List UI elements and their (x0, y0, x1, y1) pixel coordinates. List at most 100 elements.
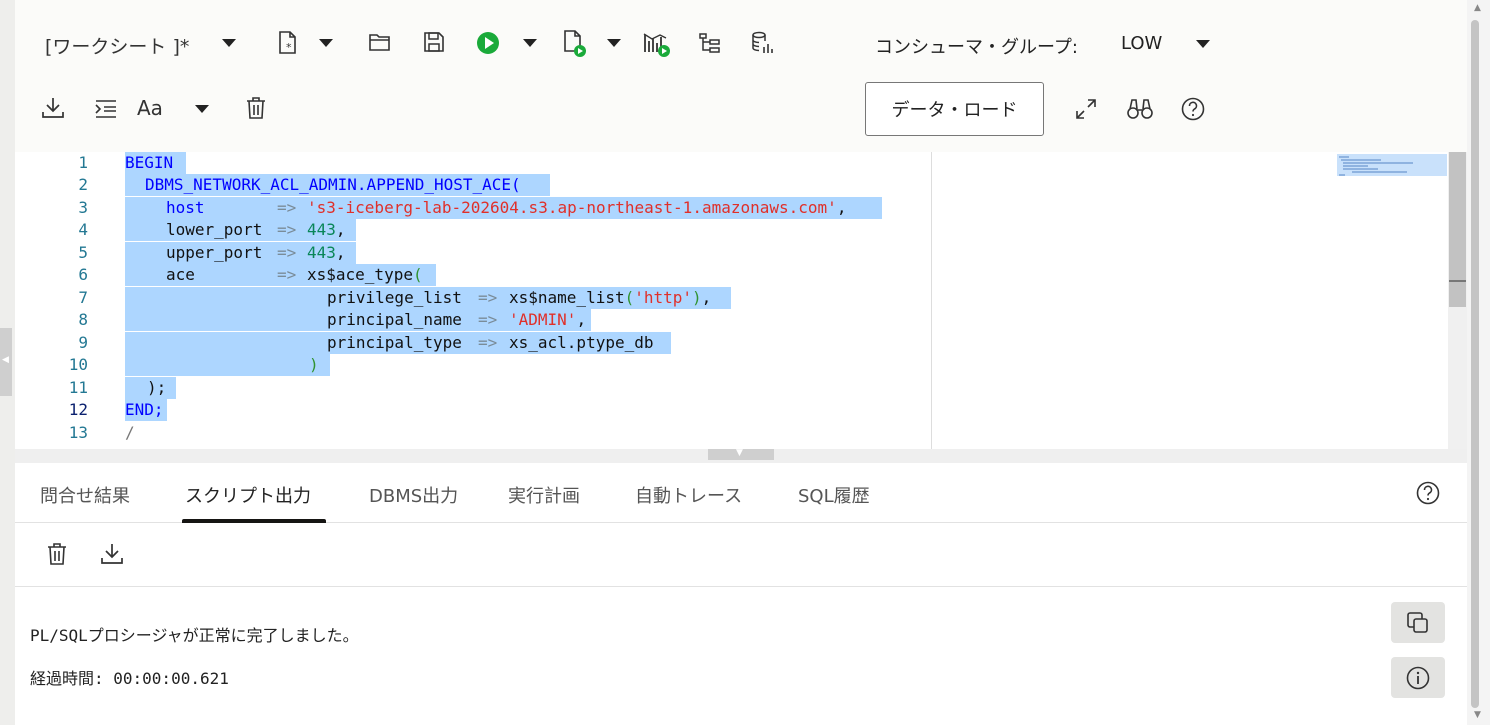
code-line: privilege_list (327, 287, 462, 309)
new-worksheet-dropdown-chevron-icon[interactable] (319, 39, 333, 47)
code-line: ace (166, 264, 195, 286)
sql-editor[interactable]: 1 2 3 4 5 6 7 8 9 10 11 12 13 BEGIN DBMS… (15, 152, 931, 449)
line-number: 1 (78, 153, 88, 172)
line-number: 13 (68, 423, 88, 442)
consumer-group-select[interactable]: LOW (1121, 33, 1162, 54)
run-dropdown-chevron-icon[interactable] (523, 39, 537, 47)
run-script-icon[interactable] (563, 30, 589, 58)
code-line: xs$name_list('http'), (509, 288, 712, 307)
copy-button[interactable] (1391, 602, 1445, 643)
line-number: 2 (78, 175, 88, 194)
expand-icon[interactable] (1074, 97, 1098, 121)
help-icon[interactable] (1180, 96, 1206, 122)
data-load-label: データ・ロード (891, 100, 1018, 121)
format-icon[interactable] (94, 98, 118, 120)
collapse-pane-handle[interactable]: ▼ (708, 448, 774, 460)
info-button[interactable] (1391, 657, 1445, 698)
trash-icon[interactable] (46, 542, 68, 566)
output-elapsed-line: 経過時間: 00:00:00.621 (30, 669, 229, 688)
page-scrollbar[interactable]: ▲ ▼ (1467, 0, 1490, 725)
code-token: 'http' (634, 288, 693, 307)
download-icon[interactable] (99, 542, 125, 566)
code-line: 's3-iceberg-lab-202604.s3.ap-northeast-1… (307, 198, 847, 217)
worksheet-selector-label[interactable]: [ワークシート ]* (45, 32, 189, 59)
code-token: xs$ace_type (307, 265, 413, 284)
code-line: BEGIN (125, 152, 173, 174)
line-number: 3 (78, 198, 88, 217)
database-icon[interactable] (750, 30, 776, 56)
editor-scrollbar-thumb[interactable] (1449, 152, 1466, 307)
navigator-toggle-handle[interactable]: ◀ (0, 328, 12, 396)
line-number: 5 (78, 243, 88, 262)
code-token: host (166, 198, 205, 217)
code-token: END; (125, 400, 164, 419)
copy-icon (1407, 611, 1428, 633)
editor-scrollbar[interactable] (1448, 152, 1467, 449)
line-number: 6 (78, 265, 88, 284)
save-icon[interactable] (422, 31, 446, 53)
autotrace-icon[interactable] (698, 31, 722, 55)
code-token: xs$name_list (509, 288, 625, 307)
script-output-panel: PL/SQLプロシージャが正常に完了しました。 経過時間: 00:00:00.6… (15, 588, 1467, 725)
consumer-group-chevron-icon[interactable] (1196, 40, 1210, 48)
run-script-dropdown-chevron-icon[interactable] (607, 39, 621, 47)
code-line: 443, (307, 220, 346, 239)
code-token: privilege_list (327, 288, 462, 307)
output-status-line: PL/SQLプロシージャが正常に完了しました。 (30, 626, 359, 645)
code-minimap[interactable] (932, 152, 1448, 449)
code-token: ); (147, 378, 167, 397)
font-size-dropdown-chevron-icon[interactable] (195, 105, 209, 113)
code-token: DBMS_NETWORK_ACL_ADMIN.APPEND_HOST_ACE( (145, 175, 521, 194)
download-icon[interactable] (40, 96, 66, 120)
explain-plan-icon[interactable] (643, 30, 671, 58)
line-number: 10 (68, 355, 88, 374)
code-token: 'ADMIN' (509, 310, 577, 329)
data-load-button[interactable]: データ・ロード (865, 82, 1044, 136)
code-line: upper_port (166, 242, 262, 264)
line-number: 11 (68, 378, 88, 397)
code-line: => (478, 310, 498, 329)
line-number: 7 (78, 288, 88, 307)
tab-script-output[interactable]: スクリプト出力 (185, 482, 311, 508)
tab-sql-history[interactable]: SQL履歴 (798, 482, 870, 508)
code-line: => (478, 333, 498, 352)
line-number: 8 (78, 310, 88, 329)
run-icon[interactable] (475, 30, 501, 56)
code-line: host (166, 197, 205, 219)
code-line: => (277, 220, 297, 239)
tab-explain-plan[interactable]: 実行計画 (508, 482, 580, 508)
code-token: xs_acl.ptype_db (509, 333, 654, 352)
trash-icon[interactable] (245, 96, 267, 120)
code-token: ace (166, 265, 195, 284)
code-token: BEGIN (125, 153, 174, 172)
tab-query-results[interactable]: 問合せ結果 (40, 482, 130, 508)
code-line: principal_type (327, 332, 462, 354)
code-line: principal_name (327, 309, 462, 331)
binoculars-icon[interactable] (1126, 97, 1154, 121)
help-icon[interactable] (1415, 480, 1441, 506)
tab-autotrace[interactable]: 自動トレース (635, 482, 742, 508)
code-token: principal_type (327, 333, 462, 352)
code-line: 'ADMIN', (509, 310, 587, 329)
code-line: ); (147, 377, 166, 399)
code-line: => (277, 243, 297, 262)
info-icon (1406, 666, 1430, 689)
code-line: DBMS_NETWORK_ACL_ADMIN.APPEND_HOST_ACE( (145, 174, 521, 196)
worksheet-dropdown-chevron-icon[interactable] (222, 39, 236, 47)
tab-dbms-output[interactable]: DBMS出力 (369, 482, 458, 508)
code-token: 's3-iceberg-lab-202604.s3.ap-northeast-1… (307, 198, 837, 217)
code-line: xs_acl.ptype_db (509, 332, 654, 354)
pane-splitter[interactable]: ▼ (15, 448, 1467, 463)
code-line: lower_port (166, 219, 262, 241)
code-token: / (125, 423, 135, 442)
code-line: END; (125, 399, 164, 421)
open-folder-icon[interactable] (368, 31, 392, 53)
new-worksheet-icon[interactable]: * (276, 30, 300, 56)
font-size-icon[interactable]: Aa (137, 96, 163, 120)
svg-text:*: * (286, 41, 292, 54)
code-token: 443 (307, 243, 336, 262)
code-line: 443, (307, 243, 346, 262)
code-token: upper_port (166, 243, 263, 262)
page-scrollbar-thumb[interactable] (1471, 20, 1479, 708)
code-line: => (478, 288, 498, 307)
